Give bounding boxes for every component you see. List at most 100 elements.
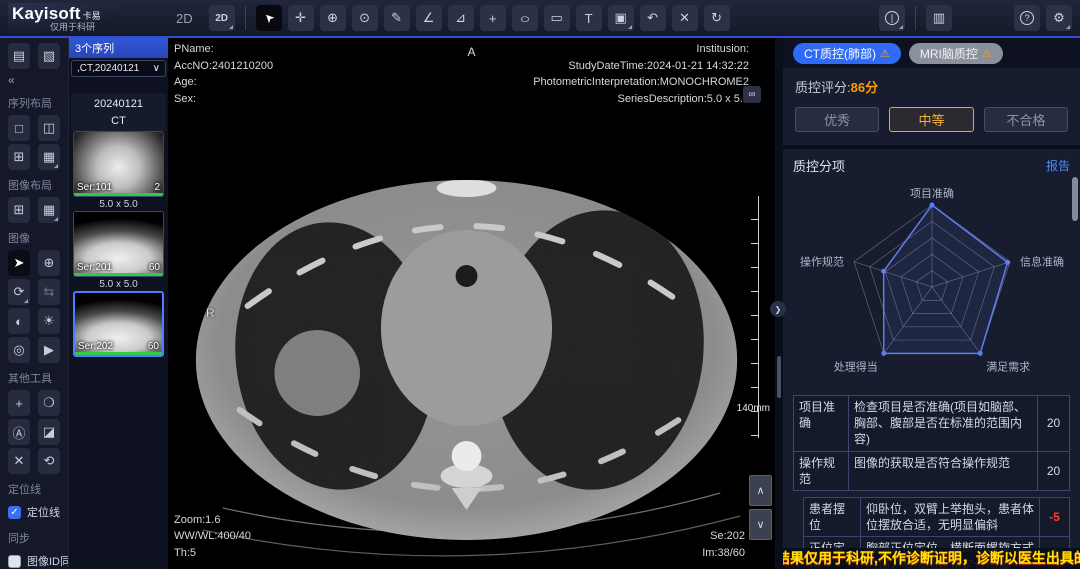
toolbar-right-group: ❘ ▥ ? ⚙ [879, 5, 1072, 31]
checkbox[interactable] [8, 555, 21, 568]
reset-tool-button[interactable]: ⟲ [38, 448, 60, 474]
invert-icon: ◐ [15, 314, 23, 329]
qc-score-row: 质控评分:86分 [783, 68, 1080, 98]
report-link[interactable]: 报告 [1046, 157, 1070, 174]
ellipse-tool-button[interactable]: ○ [512, 5, 538, 31]
qc-tab-bar: CT质控(肺部) ⚠ MRI脑质控 ⚠ [783, 38, 1080, 68]
collapse-sidebar-button[interactable]: « [8, 72, 60, 88]
invert-tool-button[interactable]: ◐ [8, 308, 30, 334]
layout-2x2-icon: ⊞ [14, 149, 25, 165]
layout-2d-button[interactable]: 2D [209, 5, 235, 31]
series-thumbnail-202[interactable]: Ser:202 60 [73, 291, 164, 357]
brightness-tool-button[interactable]: ☀ [38, 308, 60, 334]
series-number: Ser:201 [77, 262, 112, 273]
annotation-bubble-button[interactable]: ❍ [38, 390, 60, 416]
layout-2x2-icon: ⊞ [14, 202, 25, 218]
grade-fail-button[interactable]: 不合格 [984, 107, 1068, 132]
series-panel-toggle-button[interactable]: ▤ [8, 43, 30, 69]
help-button[interactable]: ? [1014, 5, 1040, 31]
sync-option-image-id[interactable]: 图像ID同步 [8, 553, 60, 569]
rectangle-tool-button[interactable]: ▭ [544, 5, 570, 31]
checkbox[interactable] [8, 506, 21, 519]
orientation-marker-anterior: A [467, 43, 475, 61]
reset-rotate-button[interactable]: ↻ [704, 5, 730, 31]
divider-scrollbar-thumb[interactable] [777, 356, 781, 398]
study-date: 20240121 [71, 96, 166, 113]
tab-mri-qc[interactable]: MRI脑质控 ⚠ [909, 43, 1003, 64]
info-button[interactable]: ❘ [879, 5, 905, 31]
stamp-tool-button[interactable]: Ⓐ [8, 419, 30, 445]
section-label-locator: 定位线 [8, 481, 60, 497]
layout-2x2-button[interactable]: ⊞ [8, 144, 30, 170]
info-icon: ❘ [885, 11, 899, 25]
series-thumbnail-201[interactable]: Ser:201 60 [73, 211, 164, 277]
eraser-tool-button[interactable]: ◪ [38, 419, 60, 445]
grade-medium-button[interactable]: 中等 [889, 107, 973, 132]
grade-buttons: 优秀 中等 不合格 [783, 98, 1080, 145]
cursor-tool-button[interactable]: ➤ [256, 5, 282, 31]
rotate-crop-button[interactable]: ⟳ [8, 279, 30, 305]
qc-score-table: 项目准确 检查项目是否准确(项目如脑部、胸部、腹部是否在标准的范围内容) 20 … [793, 395, 1070, 569]
loaded-progress-bar [74, 273, 163, 276]
measure-tool-button[interactable]: ✎ [384, 5, 410, 31]
study-datetime-label: StudyDateTime:2024-01-21 14:32:22 [533, 58, 749, 75]
image-viewport[interactable]: PName: AccNO:2401210200 Age: Sex: A Inst… [168, 38, 775, 569]
image-layout-2x2-button[interactable]: ⊞ [8, 197, 30, 223]
layout-1x1-button[interactable]: □ [8, 115, 30, 141]
angle-tool-button[interactable]: ∠ [416, 5, 442, 31]
next-image-button[interactable]: ∨ [749, 509, 772, 540]
orientation-marker-right: R [206, 304, 215, 322]
report-panel-toggle-button[interactable]: ▧ [38, 43, 60, 69]
age-label: Age: [174, 74, 273, 91]
item-desc-cell: 仰卧位，双臂上举抱头，患者体位摆放合适，无明显偏斜 [860, 498, 1039, 536]
photometric-label: PhotometricInterpretation:MONOCHROME2 [533, 74, 749, 91]
delete-annotation-button[interactable]: ✕ [672, 5, 698, 31]
eraser-icon: ◪ [43, 424, 55, 440]
locator-line-option[interactable]: 定位线 [8, 504, 60, 520]
gear-icon: ⚙ [1053, 10, 1065, 26]
svg-text:操作规范: 操作规范 [800, 255, 844, 269]
study-dropdown[interactable]: ,CT,20240121 ∨ [71, 60, 166, 77]
settings-button[interactable]: ⚙ [1046, 5, 1072, 31]
zoom-tool-button[interactable]: ⊕ [320, 5, 346, 31]
clear-tool-button[interactable]: ✕ [8, 448, 30, 474]
item-score-cell: 20 [1037, 452, 1069, 490]
save-button[interactable]: ▥ [926, 5, 952, 31]
target-tool-button[interactable]: ◎ [8, 337, 30, 363]
window-level-button[interactable]: ⊙ [352, 5, 378, 31]
study-dropdown-value: ,CT,20240121 [77, 63, 139, 74]
svg-text:满足需求: 满足需求 [986, 360, 1030, 373]
undo-button[interactable]: ↶ [640, 5, 666, 31]
logo-cn-text: 卡易 [83, 12, 101, 21]
pname-label: PName: [174, 41, 273, 58]
qc-scrollbar-thumb[interactable] [1072, 177, 1078, 221]
pan-tool-button[interactable]: ✛ [288, 5, 314, 31]
layout-custom-button[interactable]: ▦ [38, 144, 60, 170]
expand-panel-button[interactable]: ❯ [770, 301, 786, 317]
tab-ct-qc[interactable]: CT质控(肺部) ⚠ [793, 43, 901, 64]
zoom-in-icon: ⊕ [327, 10, 338, 26]
crosshair-tool-button[interactable]: + [480, 5, 506, 31]
image-count: 2 [154, 182, 160, 193]
qc-score-value: 86分 [851, 80, 878, 95]
flip-tool-button[interactable]: ⇆ [38, 279, 60, 305]
link-series-button[interactable]: ∞ [743, 86, 761, 103]
previous-image-button[interactable]: ∧ [749, 475, 772, 506]
svg-text:项目准确: 项目准确 [910, 187, 954, 200]
image-count: 60 [148, 341, 159, 352]
plus-icon: + [15, 396, 23, 411]
grade-excellent-button[interactable]: 优秀 [795, 107, 879, 132]
brightness-icon: ☀ [43, 313, 55, 329]
scale-ruler [751, 196, 759, 438]
add-marker-button[interactable]: + [8, 390, 30, 416]
magnifier-tool-button[interactable]: ⊕ [38, 250, 60, 276]
select-tool-button[interactable]: ➤ [8, 250, 30, 276]
cine-play-button[interactable]: ▶ [38, 337, 60, 363]
image-layout-custom-button[interactable]: ▦ [38, 197, 60, 223]
rotate-icon: ↻ [711, 10, 722, 26]
image-window-button[interactable]: ▣ [608, 5, 634, 31]
layout-1x2-button[interactable]: ◫ [38, 115, 60, 141]
cobb-angle-button[interactable]: ⊿ [448, 5, 474, 31]
series-thumbnail-101[interactable]: Ser:101 2 [73, 131, 164, 197]
text-tool-button[interactable]: T [576, 5, 602, 31]
